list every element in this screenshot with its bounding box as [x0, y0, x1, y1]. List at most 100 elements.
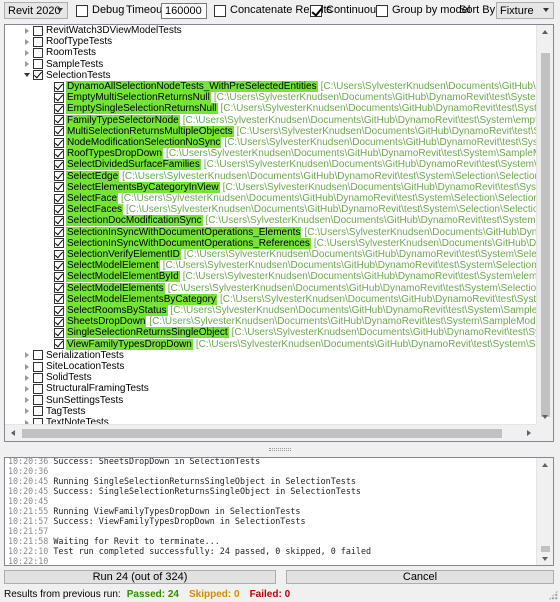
test-case-row[interactable]: SelectionDocModificationSync [C:\Users\Sy… — [49, 215, 536, 227]
test-checkbox[interactable] — [33, 36, 43, 47]
test-case-row[interactable]: EmptyMultiSelectionReturnsNull [C:\Users\… — [49, 92, 536, 104]
test-case-row[interactable]: SelectDividedSurfaceFamilies [C:\Users\Sy… — [49, 159, 536, 171]
test-checkbox[interactable] — [33, 70, 43, 81]
log-vertical-scrollbar[interactable] — [536, 458, 553, 565]
test-fixture-row[interactable]: RevitWatch3DViewModelTests — [23, 25, 183, 36]
test-case-row[interactable]: SelectRoomsByStatus [C:\Users\SylvesterKn… — [49, 305, 536, 317]
test-checkbox[interactable] — [54, 159, 64, 170]
test-case-row[interactable]: SelectFaces [C:\Users\SylvesterKnudsen\Do… — [49, 204, 536, 216]
test-checkbox[interactable] — [54, 103, 64, 114]
test-checkbox[interactable] — [54, 260, 64, 271]
resize-grip-icon[interactable] — [548, 590, 558, 600]
test-checkbox[interactable] — [54, 316, 64, 327]
test-checkbox[interactable] — [33, 25, 43, 36]
test-fixture-row[interactable]: SelectionTests — [23, 70, 111, 81]
cancel-button[interactable]: Cancel — [286, 570, 554, 584]
test-checkbox[interactable] — [54, 271, 64, 282]
test-checkbox[interactable] — [54, 182, 64, 193]
test-case-row[interactable]: SelectElementsByCategoryInView [C:\Users\… — [49, 181, 536, 193]
log-scroll-thumb[interactable] — [541, 546, 550, 552]
test-checkbox[interactable] — [54, 238, 64, 249]
test-checkbox[interactable] — [54, 339, 64, 350]
scroll-up-icon[interactable] — [542, 463, 548, 467]
scroll-down-icon[interactable] — [542, 557, 548, 561]
timeout-input[interactable]: 160000 — [161, 3, 207, 19]
collapsed-arrow-icon[interactable] — [23, 37, 32, 47]
test-case-row[interactable]: NodeModificationSelectionNoSync [C:\Users… — [49, 137, 536, 149]
test-checkbox[interactable] — [33, 361, 43, 372]
scroll-left-icon[interactable] — [11, 430, 15, 436]
test-checkbox[interactable] — [54, 171, 64, 182]
revit-version-select[interactable]: Revit 2020 — [4, 2, 68, 19]
collapsed-arrow-icon[interactable] — [23, 384, 32, 394]
collapsed-arrow-icon[interactable] — [23, 406, 32, 416]
tree-scroll-thumb[interactable] — [541, 53, 550, 417]
test-fixture-row[interactable]: RoofTypeTests — [23, 36, 113, 47]
test-checkbox[interactable] — [54, 81, 64, 92]
test-checkbox[interactable] — [54, 215, 64, 226]
test-checkbox[interactable] — [54, 204, 64, 215]
test-case-row[interactable]: FamilyTypeSelectorNode [C:\Users\Sylveste… — [49, 114, 536, 126]
test-case-row[interactable]: SelectionInSyncWithDocumentOperations_El… — [49, 226, 536, 238]
expanded-arrow-icon[interactable] — [23, 70, 32, 80]
test-fixture-row[interactable]: TagTests — [23, 406, 86, 417]
test-case-row[interactable]: SelectModelElements [C:\Users\SylvesterKn… — [49, 282, 536, 294]
test-case-row[interactable]: SingleSelectionReturnsSingleObject [C:\Us… — [49, 327, 536, 339]
test-case-row[interactable]: RoofTypesDropDown [C:\Users\SylvesterKnud… — [49, 148, 536, 160]
test-case-row[interactable]: SheetsDropDown [C:\Users\SylvesterKnudsen… — [49, 316, 536, 328]
test-case-row[interactable]: SelectEdge [C:\Users\SylvesterKnudsen\Doc… — [49, 170, 536, 182]
scroll-right-icon[interactable] — [527, 430, 531, 436]
test-checkbox[interactable] — [33, 47, 43, 58]
test-checkbox[interactable] — [54, 137, 64, 148]
test-case-row[interactable]: DynamoAllSelectionNodeTests_WithPreSelec… — [49, 81, 536, 93]
scroll-down-icon[interactable] — [542, 415, 548, 419]
collapsed-arrow-icon[interactable] — [23, 350, 32, 360]
scroll-up-icon[interactable] — [542, 30, 548, 34]
test-checkbox[interactable] — [54, 227, 64, 238]
test-checkbox[interactable] — [33, 406, 43, 417]
tree-horizontal-scrollbar[interactable] — [5, 424, 536, 441]
test-checkbox[interactable] — [54, 115, 64, 126]
run-button[interactable]: Run 24 (out of 324) — [4, 570, 276, 584]
test-fixture-row[interactable]: SampleTests — [23, 59, 104, 70]
test-fixture-row[interactable]: StructuralFramingTests — [23, 383, 150, 394]
tree-hscroll-thumb[interactable] — [22, 429, 502, 438]
test-checkbox[interactable] — [54, 327, 64, 338]
test-fixture-row[interactable]: SiteLocationTests — [23, 361, 125, 372]
test-case-row[interactable]: SelectionInSyncWithDocumentOperations_Re… — [49, 237, 536, 249]
sort-by-select[interactable]: Fixture — [496, 2, 554, 19]
test-checkbox[interactable] — [54, 193, 64, 204]
collapsed-arrow-icon[interactable] — [23, 362, 32, 372]
test-checkbox[interactable] — [54, 305, 64, 316]
tree-vertical-scrollbar[interactable] — [536, 25, 553, 441]
test-case-row[interactable]: EmptySingleSelectionReturnsNull [C:\Users… — [49, 103, 536, 115]
test-checkbox[interactable] — [54, 294, 64, 305]
test-case-row[interactable]: MultiSelectionReturnsMultipleObjects [C:\… — [49, 125, 536, 137]
test-case-row[interactable]: SelectModelElement [C:\Users\SylvesterKnu… — [49, 260, 536, 272]
test-checkbox[interactable] — [54, 92, 64, 103]
collapsed-arrow-icon[interactable] — [23, 48, 32, 58]
collapsed-arrow-icon[interactable] — [23, 373, 32, 383]
test-checkbox[interactable] — [54, 126, 64, 137]
test-fixture-row[interactable]: SerializationTests — [23, 350, 125, 361]
collapsed-arrow-icon[interactable] — [23, 26, 32, 36]
concatenate-results-checkbox[interactable] — [214, 5, 226, 17]
group-by-model-checkbox[interactable] — [376, 5, 388, 17]
collapsed-arrow-icon[interactable] — [23, 59, 32, 69]
test-fixture-row[interactable]: SolidTests — [23, 372, 93, 383]
test-checkbox[interactable] — [54, 249, 64, 260]
test-case-row[interactable]: SelectModelElementById [C:\Users\Sylveste… — [49, 271, 536, 283]
test-fixture-row[interactable]: SunSettingsTests — [23, 395, 124, 406]
test-checkbox[interactable] — [33, 395, 43, 406]
splitter-grip-icon[interactable] — [269, 448, 291, 451]
test-case-row[interactable]: SelectionVerifyElementID [C:\Users\Sylves… — [49, 249, 536, 261]
test-checkbox[interactable] — [33, 350, 43, 361]
panel-splitter[interactable] — [0, 443, 560, 456]
test-checkbox[interactable] — [54, 283, 64, 294]
test-case-row[interactable]: SelectFace [C:\Users\SylvesterKnudsen\Doc… — [49, 193, 536, 205]
test-fixture-row[interactable]: RoomTests — [23, 47, 97, 58]
test-checkbox[interactable] — [54, 148, 64, 159]
debug-checkbox[interactable] — [76, 5, 88, 17]
test-checkbox[interactable] — [33, 59, 43, 70]
test-case-row[interactable]: SelectModelElementsByCategory [C:\Users\S… — [49, 293, 536, 305]
